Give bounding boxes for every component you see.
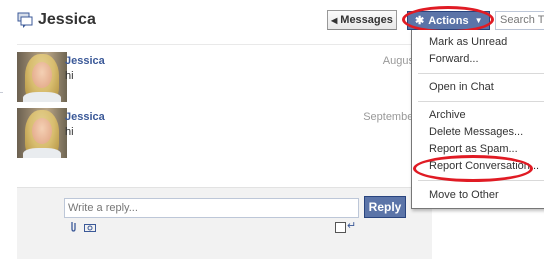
message-sender[interactable]: Jessica [65,111,105,123]
back-arrow-icon: ◀ [331,15,338,25]
menu-separator [418,73,544,74]
message-sender[interactable]: Jessica [65,55,105,67]
enter-arrow-icon: ↵ [347,220,357,232]
messages-button-label: Messages [340,14,393,26]
attach-icon[interactable] [69,221,78,232]
actions-menu: Mark as Unread Forward... Open in Chat A… [411,30,544,209]
press-enter-checkbox[interactable] [335,222,346,233]
menu-item-archive[interactable]: Archive [429,109,466,121]
reply-button[interactable]: Reply [364,196,406,218]
messages-icon [17,12,33,28]
reply-input[interactable]: Write a reply... [64,198,359,218]
highlight-oval-report [413,155,533,182]
menu-separator [418,101,544,102]
left-edge-line [0,92,3,93]
reply-composer: Write a reply... Reply ↵ [17,187,432,259]
avatar[interactable] [17,52,67,102]
menu-item-report-spam[interactable]: Report as Spam... [429,143,518,155]
message-body: hi [65,126,74,138]
message-date: September [363,111,417,123]
header-divider [17,44,417,45]
avatar[interactable] [17,108,67,158]
menu-item-mark-unread[interactable]: Mark as Unread [429,36,507,48]
camera-icon[interactable] [84,223,96,232]
search-input[interactable]: Search Thi [495,11,544,30]
back-to-messages-button[interactable]: ◀ Messages [327,10,397,30]
conversation-title: Jessica [38,11,96,28]
menu-item-move-to-other[interactable]: Move to Other [429,189,499,201]
menu-item-open-in-chat[interactable]: Open in Chat [429,81,494,93]
menu-item-delete-messages[interactable]: Delete Messages... [429,126,523,138]
menu-item-forward[interactable]: Forward... [429,53,479,65]
highlight-oval-actions [402,6,494,33]
message-body: hi [65,70,74,82]
